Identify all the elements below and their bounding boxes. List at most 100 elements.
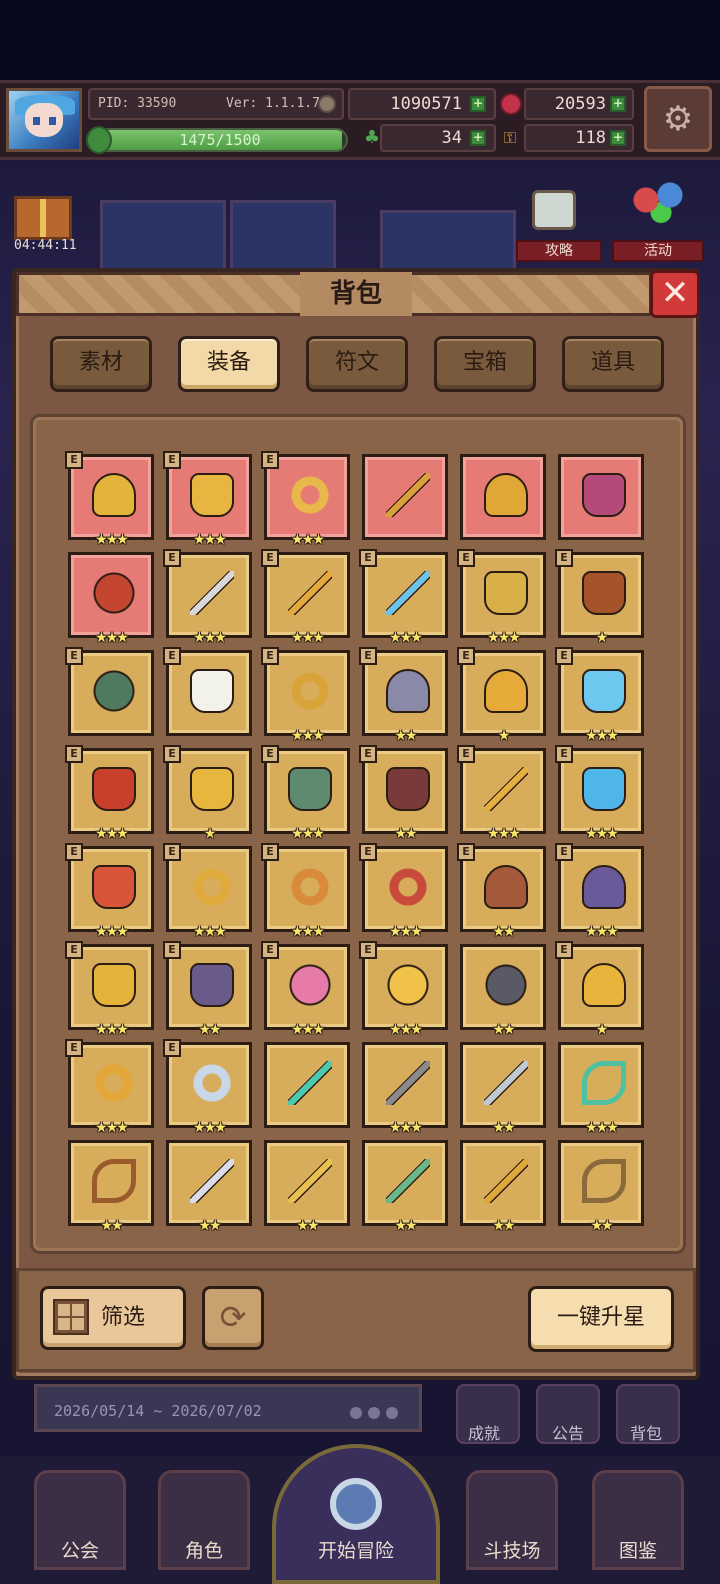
equipment-slot[interactable]: E: [65, 647, 154, 736]
gold-boots-icon: [92, 963, 136, 1007]
achievements-label: 成就: [468, 1424, 501, 1443]
equipment-slot[interactable]: E ★★: [457, 843, 546, 939]
balloons-icon[interactable]: [628, 180, 688, 230]
void-helm-icon: [582, 865, 626, 909]
event-button[interactable]: 活动: [612, 240, 704, 262]
equipped-tag: E: [163, 647, 181, 665]
equipment-slot[interactable]: ★★: [460, 1140, 546, 1233]
star-rating: ★★★: [291, 1022, 325, 1038]
gold-mask-icon: [582, 963, 626, 1007]
gift-box-icon[interactable]: [14, 196, 72, 240]
tab-items[interactable]: 道具: [562, 336, 664, 392]
equipment-slot[interactable]: E ★★: [359, 647, 448, 743]
gold-amount: 1090571: [390, 94, 462, 114]
star-rating: ★★★: [389, 630, 423, 646]
equipped-tag: E: [555, 549, 573, 567]
equipment-slot[interactable]: ★★: [166, 1140, 252, 1233]
star-rating: ★★: [394, 728, 417, 744]
wand-icon: [386, 473, 430, 517]
equipment-slot[interactable]: E ★★★: [163, 843, 252, 939]
equipment-slot[interactable]: E ★★★: [457, 549, 546, 645]
gold-scepter-icon: [288, 1159, 332, 1203]
equipped-tag: E: [261, 941, 279, 959]
equipment-slot[interactable]: ★★: [68, 1140, 154, 1233]
equipment-slot[interactable]: [460, 454, 546, 540]
equipment-slot[interactable]: ★★: [460, 944, 546, 1037]
equipment-slot[interactable]: [264, 1042, 350, 1128]
equipment-slot[interactable]: E ★★★: [163, 549, 252, 645]
tab-equipment[interactable]: 装备: [178, 336, 280, 392]
equipment-slot[interactable]: E ★: [163, 745, 252, 841]
add-key-icon[interactable]: +: [610, 130, 626, 146]
equipment-slot[interactable]: E ★★★: [65, 451, 154, 547]
equipment-slot[interactable]: ★★: [264, 1140, 350, 1233]
equipment-slot[interactable]: ★★★: [558, 1042, 644, 1135]
key-icon: ⚿: [503, 128, 517, 147]
tab-runes[interactable]: 符文: [306, 336, 408, 392]
equipment-slot[interactable]: E ★★★: [163, 1039, 252, 1135]
add-gem-icon[interactable]: +: [610, 96, 626, 112]
equipment-slot[interactable]: E ★★★: [359, 843, 448, 939]
equipment-slot[interactable]: [558, 454, 644, 540]
equipment-slot[interactable]: E ★★★: [359, 941, 448, 1037]
equipment-slot[interactable]: E ★: [457, 647, 546, 743]
nav-character-label: 角色: [184, 1540, 223, 1562]
equipment-slot[interactable]: E ★★★: [359, 549, 448, 645]
star-rating: ★★★: [585, 826, 619, 842]
star-rating: ★★★: [95, 1120, 129, 1136]
equipped-tag: E: [457, 647, 475, 665]
settings-button[interactable]: ⚙: [644, 86, 712, 152]
equipment-slot[interactable]: E ★★: [359, 745, 448, 841]
equipment-slot[interactable]: ★★: [362, 1140, 448, 1233]
scale-armor-icon: [484, 571, 528, 615]
refresh-button[interactable]: ⟳: [202, 1286, 264, 1350]
close-button[interactable]: ✕: [650, 270, 700, 318]
filter-button[interactable]: 筛选: [40, 1286, 186, 1350]
experience-text: 1475/1500: [179, 131, 261, 149]
equipment-slot[interactable]: E ★★★: [65, 941, 154, 1037]
gold-spear-icon: [484, 1159, 528, 1203]
equipped-tag: E: [555, 745, 573, 763]
equipment-slot[interactable]: E ★★★: [261, 549, 350, 645]
add-gold-icon[interactable]: +: [470, 96, 486, 112]
equipped-tag: E: [261, 647, 279, 665]
upgrade-all-button[interactable]: 一键升星: [528, 1286, 674, 1352]
equipment-slot[interactable]: E ★★★: [261, 941, 350, 1037]
equipment-slot[interactable]: ★★★: [68, 552, 154, 645]
equipment-slot[interactable]: E ★★★: [261, 647, 350, 743]
equipment-slot[interactable]: E ★: [555, 549, 644, 645]
equipment-slot[interactable]: E ★★★: [163, 451, 252, 547]
tab-materials[interactable]: 素材: [50, 336, 152, 392]
add-clover-icon[interactable]: +: [470, 130, 486, 146]
equipment-slot[interactable]: E ★★: [163, 941, 252, 1037]
orb-icon: [92, 669, 136, 713]
equipment-slot[interactable]: E ★★★: [65, 1039, 154, 1135]
equipment-slot[interactable]: E ★★★: [261, 843, 350, 939]
equipment-slot[interactable]: ★★★: [362, 1042, 448, 1135]
equipment-slot[interactable]: E: [163, 647, 252, 736]
equipped-tag: E: [261, 549, 279, 567]
guide-icon[interactable]: [532, 190, 576, 230]
star-rating: ★: [497, 728, 511, 744]
equipment-slot[interactable]: E ★★★: [261, 451, 350, 547]
equipment-slot[interactable]: E ★★★: [555, 745, 644, 841]
guide-button[interactable]: 攻略: [516, 240, 602, 262]
player-avatar[interactable]: [6, 88, 82, 152]
equipment-slot[interactable]: E ★★★: [457, 745, 546, 841]
gold-robe-icon: [190, 767, 234, 811]
hammer-axe-icon: [386, 1061, 430, 1105]
equipment-slot[interactable]: E ★★★: [555, 843, 644, 939]
equipment-slot[interactable]: ★★: [460, 1042, 546, 1135]
gem-icon: [500, 93, 522, 115]
equipment-slot[interactable]: E ★★★: [261, 745, 350, 841]
equipment-slot[interactable]: ★★: [558, 1140, 644, 1233]
scepter-icon: [484, 767, 528, 811]
equipment-slot[interactable]: E ★★★: [555, 647, 644, 743]
equipment-slot[interactable]: E ★★★: [65, 843, 154, 939]
equipment-slot[interactable]: E ★: [555, 941, 644, 1037]
equipment-slot[interactable]: E ★★★: [65, 745, 154, 841]
tab-chests[interactable]: 宝箱: [434, 336, 536, 392]
nav-codex-label: 图鉴: [618, 1540, 657, 1562]
star-rating: ★★: [492, 1022, 515, 1038]
equipment-slot[interactable]: [362, 454, 448, 540]
